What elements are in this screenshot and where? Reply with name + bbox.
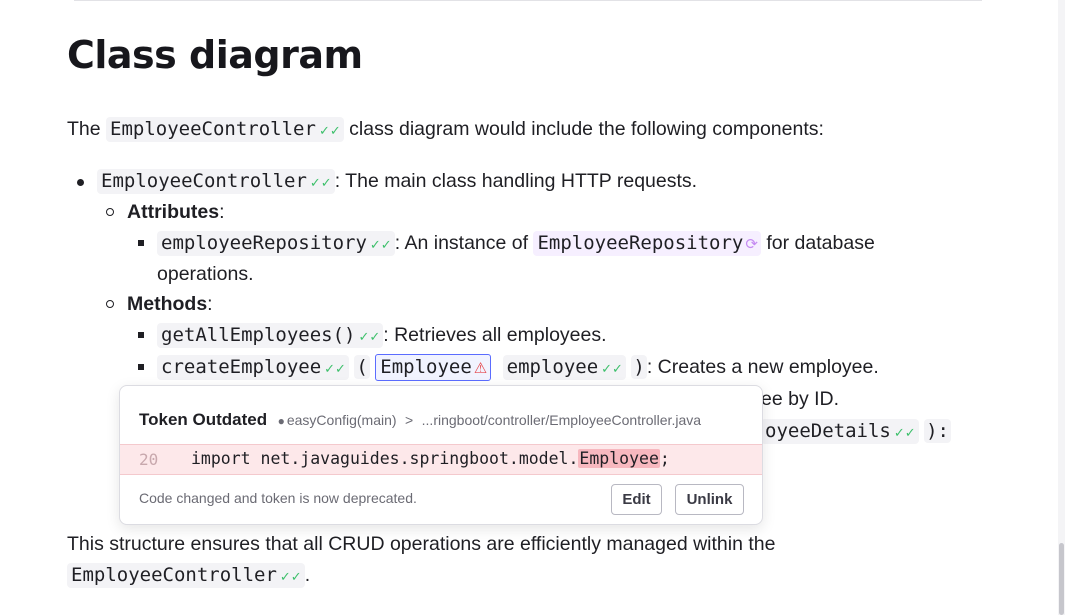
bullet-circle (106, 208, 114, 216)
check-icon: ✓✓ (309, 176, 332, 191)
check-icon: ✓✓ (318, 124, 341, 139)
list-item-create: createEmployee ✓✓ ( Employee ⚠ employee ✓✓ … (157, 354, 879, 382)
check-icon: ✓✓ (601, 362, 623, 377)
check-icon: ✓✓ (324, 362, 346, 377)
list-item-getall: getAllEmployees() ✓✓: Retrieves all emplo… (157, 323, 607, 350)
bullet-square (138, 332, 144, 338)
token-paren-open: ( (354, 355, 370, 379)
list-item-repository-cont: operations. (157, 263, 254, 285)
token-create-employee[interactable]: createEmployee ✓✓ (157, 355, 349, 380)
partial-text-by-id: ee by ID. (761, 388, 840, 410)
popup-title: Token Outdated (139, 410, 268, 429)
edit-button[interactable]: Edit (611, 484, 662, 515)
token-employee-repository-class[interactable]: EmployeeRepository ⟳ (533, 231, 761, 256)
check-icon: ✓✓ (279, 570, 302, 585)
token-employee-controller[interactable]: EmployeeController ✓✓ (97, 169, 335, 194)
token-get-all-employees[interactable]: getAllEmployees() ✓✓ (157, 323, 384, 348)
token-paren-close: ) (631, 355, 647, 379)
check-icon: ✓✓ (358, 330, 381, 345)
bullet-disc (77, 179, 84, 186)
partial-text-details: oyeeDetails ✓✓ ): (761, 419, 951, 446)
file-path[interactable]: ...ringboot/controller/EmployeeControlle… (422, 412, 701, 428)
list-item-repository: employeeRepository ✓✓: An instance of Emp… (157, 231, 875, 258)
conclusion-paragraph: This structure ensures that all CRUD ope… (67, 533, 776, 555)
token-employee-outdated[interactable]: Employee ⚠ (375, 354, 492, 381)
check-icon: ✓✓ (369, 238, 392, 253)
popup-message: Code changed and token is now deprecated… (139, 490, 417, 506)
token-employee-repository-field[interactable]: employeeRepository ✓✓ (157, 231, 395, 256)
token-employee-controller[interactable]: EmployeeController ✓✓ (67, 563, 305, 588)
list-item-methods: Methods: (127, 293, 213, 315)
unlink-button[interactable]: Unlink (675, 484, 744, 515)
popup-header: Token Outdated ● easyConfig(main) > ...ri… (139, 410, 701, 430)
token-employee-controller[interactable]: EmployeeController ✓✓ (106, 117, 344, 142)
token-employee-param[interactable]: employee ✓✓ (502, 355, 626, 380)
intro-paragraph: The EmployeeController ✓✓ class diagram w… (67, 117, 824, 142)
bullet-square (138, 364, 144, 370)
page-title: Class diagram (67, 33, 363, 77)
token-employee-details[interactable]: oyeeDetails ✓✓ (761, 419, 919, 444)
list-item-controller: EmployeeController ✓✓: The main class han… (97, 169, 697, 196)
scrollbar-track[interactable] (1058, 0, 1065, 615)
repo-name[interactable]: easyConfig(main) (287, 412, 397, 428)
token-outdated-popup: Token Outdated ● easyConfig(main) > ...ri… (119, 385, 763, 525)
code-line: 20 import net.javaguides.springboot.mode… (120, 444, 762, 475)
path-separator: > (405, 412, 414, 428)
code-text: import net.javaguides.springboot.model.E… (191, 449, 670, 468)
sync-icon: ⟳ (745, 235, 758, 253)
code-highlight: Employee (578, 449, 660, 468)
warning-icon: ⚠ (473, 359, 488, 377)
conclusion-paragraph-cont: EmployeeController ✓✓. (67, 563, 310, 590)
list-item-attributes: Attributes: (127, 201, 225, 223)
check-icon: ✓✓ (893, 426, 916, 441)
scrollbar-thumb[interactable] (1059, 543, 1064, 615)
line-number: 20 (139, 450, 159, 469)
github-icon: ● (277, 414, 285, 428)
bullet-circle (106, 300, 114, 308)
bullet-square (138, 240, 144, 246)
top-divider (74, 0, 982, 1)
